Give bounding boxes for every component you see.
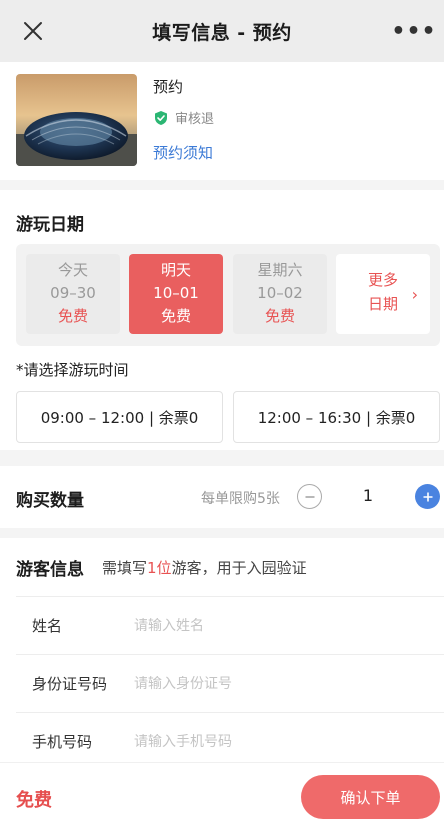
date-price: 免费 xyxy=(57,307,88,325)
visitor-hint-suffix: 游客，用于入园验证 xyxy=(171,558,307,577)
date-option-tomorrow[interactable]: 明天 10–01 免费 xyxy=(129,254,223,334)
quantity-value: 1 xyxy=(362,486,374,505)
time-slot-morning[interactable]: 09:00 – 12:00 | 余票0 xyxy=(16,391,223,443)
more-dates-button[interactable]: 更多 日期 › xyxy=(336,254,430,334)
booking-page: 填写信息 - 预约 ••• 预约 审核退 预约须知 游玩日期 今天 09–30 … xyxy=(0,0,444,822)
visitor-info-header: 游客信息 需填写1位游客，用于入园验证 xyxy=(16,538,444,596)
date-price: 免费 xyxy=(264,307,295,325)
date-price: 免费 xyxy=(160,307,191,325)
bottom-bar: 免费 确认下单 xyxy=(0,762,444,822)
decrease-quantity-button[interactable] xyxy=(297,484,322,509)
nav-header: 填写信息 - 预约 ••• xyxy=(0,0,444,62)
visitor-info-section: 游客信息 需填写1位游客，用于入园验证 姓名 身份证号码 手机号码 xyxy=(0,538,444,762)
visit-date-section: 游玩日期 今天 09–30 免费 明天 10–01 免费 星期六 10–02 免… xyxy=(0,190,444,450)
date-day: 今天 xyxy=(57,261,88,279)
id-number-input[interactable] xyxy=(134,675,424,692)
confirm-order-button[interactable]: 确认下单 xyxy=(301,775,440,819)
visitor-hint: 需填写1位游客，用于入园验证 xyxy=(102,557,307,578)
phone-input[interactable] xyxy=(134,733,424,750)
visitor-hint-prefix: 需填写 xyxy=(102,558,148,577)
increase-quantity-button[interactable] xyxy=(415,484,440,509)
more-menu-button[interactable]: ••• xyxy=(391,18,435,44)
status-text: 审核退 xyxy=(175,112,215,127)
name-input[interactable] xyxy=(134,617,424,634)
verified-shield-icon xyxy=(155,110,167,125)
review-status: 审核退 xyxy=(153,108,214,127)
date-value: 10–01 xyxy=(153,284,199,302)
date-selector: 今天 09–30 免费 明天 10–01 免费 星期六 10–02 免费 更多 … xyxy=(16,244,440,346)
total-price: 免费 xyxy=(16,790,52,811)
section-title-visitor: 游客信息 xyxy=(16,559,84,580)
section-title-quantity: 购买数量 xyxy=(16,491,84,511)
time-select-label: *请选择游玩时间 xyxy=(16,361,129,379)
name-field-row: 姓名 xyxy=(16,596,444,654)
date-day: 明天 xyxy=(160,261,191,279)
time-slot-afternoon[interactable]: 12:00 – 16:30 | 余票0 xyxy=(233,391,440,443)
quantity-section: 购买数量 每单限购5张 1 xyxy=(0,466,444,528)
chevron-right-icon: › xyxy=(411,285,418,304)
name-label: 姓名 xyxy=(32,617,63,635)
id-field-row: 身份证号码 xyxy=(16,654,444,712)
visitor-hint-count: 1位 xyxy=(147,558,172,577)
date-day: 星期六 xyxy=(257,261,303,279)
page-title: 填写信息 - 预约 xyxy=(152,21,292,44)
stadium-thumbnail xyxy=(16,74,137,166)
booking-notice-link[interactable]: 预约须知 xyxy=(153,142,213,163)
product-card: 预约 审核退 预约须知 xyxy=(0,62,444,180)
id-number-label: 身份证号码 xyxy=(32,675,108,693)
date-option-today[interactable]: 今天 09–30 免费 xyxy=(26,254,120,334)
product-name: 预约 xyxy=(153,78,184,96)
quantity-limit: 每单限购5张 xyxy=(201,491,280,507)
date-option-saturday[interactable]: 星期六 10–02 免费 xyxy=(233,254,327,334)
date-value: 09–30 xyxy=(50,284,96,302)
close-icon[interactable] xyxy=(18,16,48,46)
date-value: 10–02 xyxy=(257,284,303,302)
phone-label: 手机号码 xyxy=(32,733,93,751)
section-title-date: 游玩日期 xyxy=(16,215,84,235)
